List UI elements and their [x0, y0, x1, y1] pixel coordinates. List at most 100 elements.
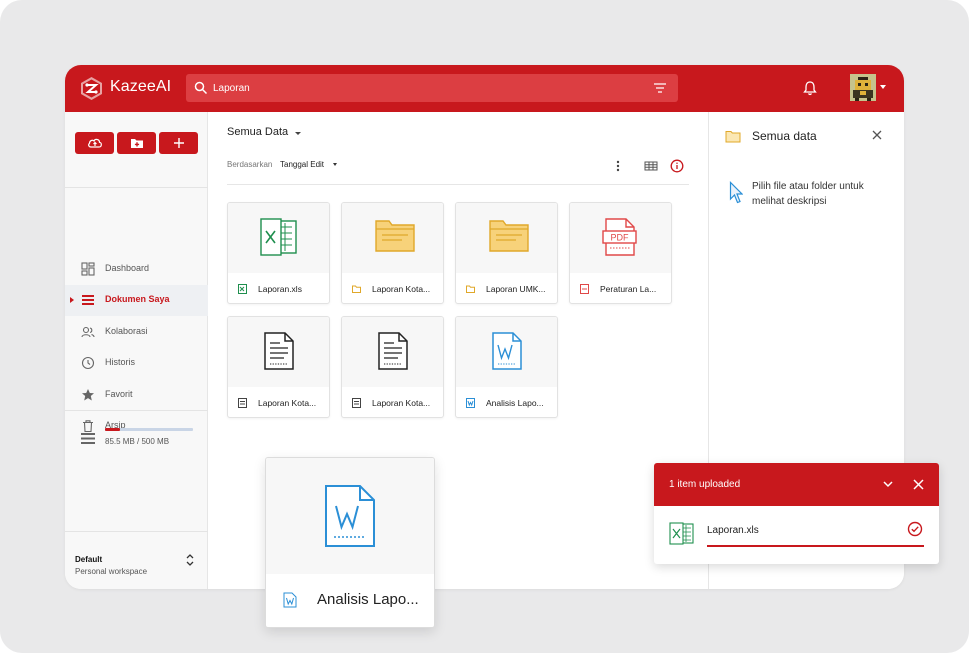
star-icon — [82, 389, 94, 401]
sidebar-item-label: Favorit — [105, 389, 133, 399]
folder-small-icon — [352, 285, 361, 293]
file-thumbnail — [456, 317, 557, 387]
file-thumbnail — [456, 203, 557, 273]
plus-icon — [174, 138, 184, 148]
search-bar[interactable] — [186, 74, 678, 102]
detail-panel-title: Semua data — [752, 129, 817, 143]
search-icon — [194, 81, 208, 95]
info-icon[interactable] — [669, 159, 685, 173]
active-marker — [70, 297, 74, 303]
sidebar-item-label: Dashboard — [105, 263, 150, 273]
grid-view-icon[interactable] — [643, 159, 659, 173]
document-icon — [378, 332, 408, 370]
check-circle-icon — [907, 521, 923, 537]
storage-usage-text: 85.5 MB / 500 MB — [105, 437, 170, 446]
add-button[interactable] — [159, 132, 198, 154]
list-icon — [82, 295, 94, 305]
sidebar-item-label: Dokumen Saya — [105, 294, 170, 304]
chevron-down-icon[interactable] — [883, 481, 893, 488]
sidebar-item-dokumen-saya[interactable]: Dokumen Saya — [65, 285, 208, 316]
upload-toast-title: 1 item uploaded — [669, 479, 741, 490]
toolbar-divider — [227, 184, 689, 185]
filter-icon[interactable] — [653, 82, 667, 94]
storage-icon — [81, 433, 95, 444]
new-folder-button[interactable] — [117, 132, 156, 154]
upload-toast-header: 1 item uploaded — [654, 463, 939, 506]
avatar[interactable] — [850, 74, 876, 101]
sort-label: Berdasarkan — [227, 160, 273, 169]
file-name: Laporan Kota... — [372, 398, 431, 408]
folder-card[interactable]: Laporan UMK... — [455, 202, 558, 304]
sort-dropdown[interactable]: Tanggal Edit — [280, 160, 324, 169]
pdf-card[interactable]: PDF Peraturan La... — [569, 202, 672, 304]
upload-progress-fill — [707, 545, 924, 547]
file-thumbnail — [342, 203, 443, 273]
storage-progress-fill — [105, 428, 121, 431]
top-bar: KazeeAI — [65, 65, 904, 112]
sidebar-divider — [65, 187, 208, 188]
more-vertical-icon[interactable] — [610, 159, 626, 173]
document-small-icon — [352, 398, 361, 408]
users-icon — [81, 326, 95, 338]
file-card[interactable]: Laporan Kota... — [227, 316, 330, 418]
uploaded-file-name: Laporan.xls — [707, 525, 759, 536]
excel-file-icon — [669, 522, 694, 545]
sidebar: Dashboard Dokumen Saya Kolaborasi Histor… — [65, 112, 208, 589]
pdf-file-icon: PDF — [602, 218, 637, 256]
search-input[interactable] — [213, 74, 633, 102]
breadcrumb-caret-icon[interactable] — [295, 132, 301, 135]
word-card[interactable]: Analisis Lapo... — [455, 316, 558, 418]
file-card[interactable]: Laporan.xls — [227, 202, 330, 304]
sort-caret-icon[interactable] — [333, 163, 337, 166]
file-name: Laporan Kota... — [258, 398, 317, 408]
close-icon[interactable] — [872, 130, 882, 140]
sidebar-item-historis[interactable]: Historis — [65, 348, 208, 379]
file-thumbnail — [228, 317, 329, 387]
svg-text:PDF: PDF — [611, 233, 630, 243]
upload-toast: 1 item uploaded Laporan.xls — [654, 463, 939, 564]
folder-card[interactable]: Laporan Kota... — [341, 202, 444, 304]
sidebar-item-label: Kolaborasi — [105, 326, 148, 336]
file-name: Peraturan La... — [600, 284, 657, 294]
folder-add-icon — [131, 139, 143, 148]
breadcrumb[interactable]: Semua Data — [227, 126, 288, 138]
workspace-subtitle: Personal workspace — [75, 567, 148, 576]
word-file-icon — [325, 485, 375, 547]
excel-small-icon — [238, 284, 247, 294]
word-small-icon — [466, 398, 475, 408]
brand-name: KazeeAI — [110, 78, 172, 95]
sidebar-item-kolaborasi[interactable]: Kolaborasi — [65, 317, 208, 348]
bell-icon[interactable] — [803, 80, 817, 96]
chevron-down-icon[interactable] — [880, 85, 886, 89]
folder-icon — [489, 220, 529, 252]
folder-small-icon — [466, 285, 475, 293]
folder-icon — [725, 131, 741, 143]
storage-progress-bar — [105, 428, 193, 431]
dashboard-icon — [81, 262, 95, 276]
pdf-small-icon — [580, 284, 589, 294]
workspace-name[interactable]: Default — [75, 555, 102, 564]
file-thumbnail: PDF — [570, 203, 671, 273]
clock-icon — [81, 356, 95, 370]
document-icon — [264, 332, 294, 370]
workspace-switch-icon[interactable] — [186, 553, 194, 567]
detail-panel-hint: Pilih file atau folder untuk melihat des… — [752, 181, 864, 207]
file-card[interactable]: Laporan Kota... — [341, 316, 444, 418]
upload-button[interactable] — [75, 132, 114, 154]
close-icon[interactable] — [913, 479, 924, 490]
file-thumbnail — [228, 203, 329, 273]
file-name: Laporan.xls — [258, 284, 302, 294]
upload-progress-bar — [707, 545, 924, 547]
sidebar-item-favorit[interactable]: Favorit — [65, 380, 208, 411]
cloud-upload-icon — [88, 138, 102, 148]
excel-file-icon — [260, 218, 297, 256]
trash-icon — [83, 420, 93, 433]
sidebar-item-dashboard[interactable]: Dashboard — [65, 254, 208, 285]
document-small-icon — [238, 398, 247, 408]
dragged-file-card[interactable]: Analisis Lapo... — [265, 457, 435, 628]
storage-divider — [65, 410, 208, 411]
kazee-logo-icon[interactable] — [79, 76, 104, 101]
folder-icon — [375, 220, 415, 252]
file-name: Laporan Kota... — [372, 284, 431, 294]
word-file-icon — [492, 332, 522, 370]
